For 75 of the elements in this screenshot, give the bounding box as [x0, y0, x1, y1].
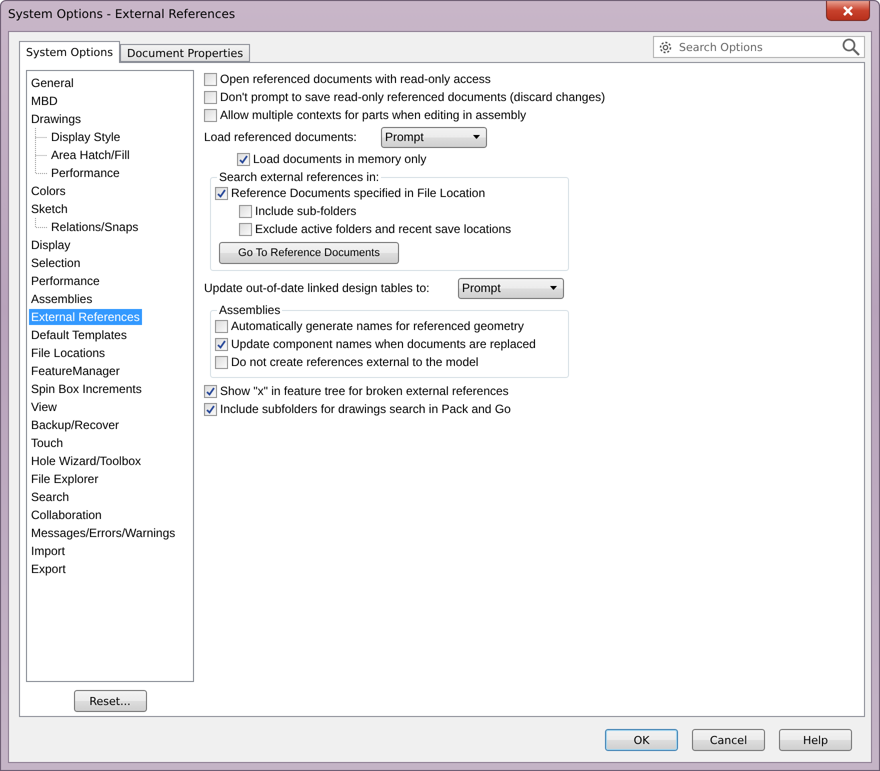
checkbox[interactable]: [237, 152, 250, 166]
tree-item[interactable]: Selection: [29, 255, 82, 271]
tree-item[interactable]: Import: [29, 543, 68, 559]
tree-item[interactable]: View: [29, 399, 59, 415]
group-title: Assemblies: [218, 303, 282, 317]
checkbox[interactable]: [204, 72, 217, 86]
group-title: Search external references in:: [218, 170, 380, 184]
checkbox[interactable]: [215, 356, 228, 368]
tab[interactable]: System Options: [19, 41, 120, 63]
search-input[interactable]: Search Options: [677, 40, 838, 54]
checkbox[interactable]: [239, 222, 252, 236]
checkbox-label: Automatically generate names for referenced geometry: [231, 319, 524, 333]
tree-item[interactable]: Display Style: [49, 129, 122, 145]
dialog-button[interactable]: OK: [605, 729, 678, 751]
dialog-button[interactable]: Help: [779, 729, 852, 751]
tree-item[interactable]: Hole Wizard/Toolbox: [29, 453, 144, 469]
checkbox-label: Exclude active folders and recent save locations: [255, 222, 512, 236]
dropdown[interactable]: Prompt: [381, 126, 487, 148]
field-label: Update out-of-date linked design tables to:: [204, 281, 430, 295]
checkbox-label: Show "x" in feature tree for broken external references: [220, 384, 509, 398]
tree-item[interactable]: FeatureManager: [29, 363, 122, 379]
search-field[interactable]: Search Options: [653, 36, 865, 58]
checkbox-label: Include sub-folders: [255, 204, 356, 218]
checkbox[interactable]: [215, 186, 228, 200]
caret-icon: [550, 286, 557, 290]
tree-connector-icon: [35, 128, 47, 146]
checkbox[interactable]: [204, 90, 217, 104]
tree-item[interactable]: Display: [29, 237, 72, 253]
dropdown[interactable]: Prompt: [458, 278, 564, 298]
checkbox[interactable]: [204, 108, 217, 122]
tree-item[interactable]: File Explorer: [29, 471, 100, 487]
tree-item[interactable]: Assemblies: [29, 291, 94, 307]
dialog-button[interactable]: Cancel: [692, 729, 765, 751]
gear-icon: [658, 40, 673, 54]
checkbox[interactable]: [204, 384, 217, 398]
close-icon: [842, 6, 854, 16]
checkbox[interactable]: [239, 204, 252, 218]
tree-item[interactable]: Drawings: [29, 111, 84, 127]
tree-item[interactable]: Export: [29, 561, 68, 577]
tree-item[interactable]: Backup/Recover: [29, 417, 122, 433]
tree-item[interactable]: General: [29, 75, 76, 91]
checkbox-label: Do not create references external to the model: [231, 355, 478, 369]
tree-item[interactable]: MBD: [29, 93, 60, 109]
tree-item[interactable]: Area Hatch/Fill: [49, 147, 132, 163]
tree-item[interactable]: Performance: [29, 273, 102, 289]
reset-button[interactable]: Reset...: [74, 690, 146, 712]
checkbox[interactable]: [215, 338, 228, 350]
tree-item[interactable]: Performance: [49, 165, 122, 181]
tree-item[interactable]: Colors: [29, 183, 68, 199]
tree-item[interactable]: Sketch: [29, 201, 70, 217]
tab[interactable]: Document Properties: [120, 44, 250, 62]
tree-item[interactable]: Default Templates: [29, 327, 129, 343]
checkbox-label: Load documents in memory only: [253, 152, 426, 166]
search-icon[interactable]: [842, 38, 860, 56]
checkbox-label: Open referenced documents with read-only access: [220, 72, 491, 86]
tree-item[interactable]: Search: [29, 489, 72, 505]
checkbox-label: Update component names when documents are replaced: [231, 337, 536, 351]
tree-item[interactable]: Relations/Snaps: [49, 219, 140, 235]
checkbox-label: Include subfolders for drawings search in Pack and Go: [220, 402, 511, 416]
checkbox[interactable]: [215, 320, 228, 332]
field-label: Load referenced documents:: [204, 130, 358, 144]
tree-item[interactable]: Spin Box Increments: [29, 381, 144, 397]
checkbox-label: Allow multiple contexts for parts when editing in assembly: [220, 108, 526, 122]
checkbox[interactable]: [204, 402, 217, 416]
tree-item[interactable]: Messages/Errors/Warnings: [29, 525, 178, 541]
close-button[interactable]: [826, 1, 870, 21]
tree-item[interactable]: File Locations: [29, 345, 108, 361]
caret-icon: [473, 135, 480, 139]
tree-item[interactable]: Touch: [29, 435, 66, 451]
tree-item[interactable]: Collaboration: [29, 507, 104, 523]
checkbox-label: Reference Documents specified in File Location: [231, 186, 486, 200]
checkbox-label: Don't prompt to save read-only referenced documents (discard changes): [220, 90, 606, 104]
window-title: System Options - External References: [8, 7, 236, 21]
tree-connector-icon: [35, 218, 47, 228]
go-to-button[interactable]: Go To Reference Documents: [219, 242, 399, 264]
